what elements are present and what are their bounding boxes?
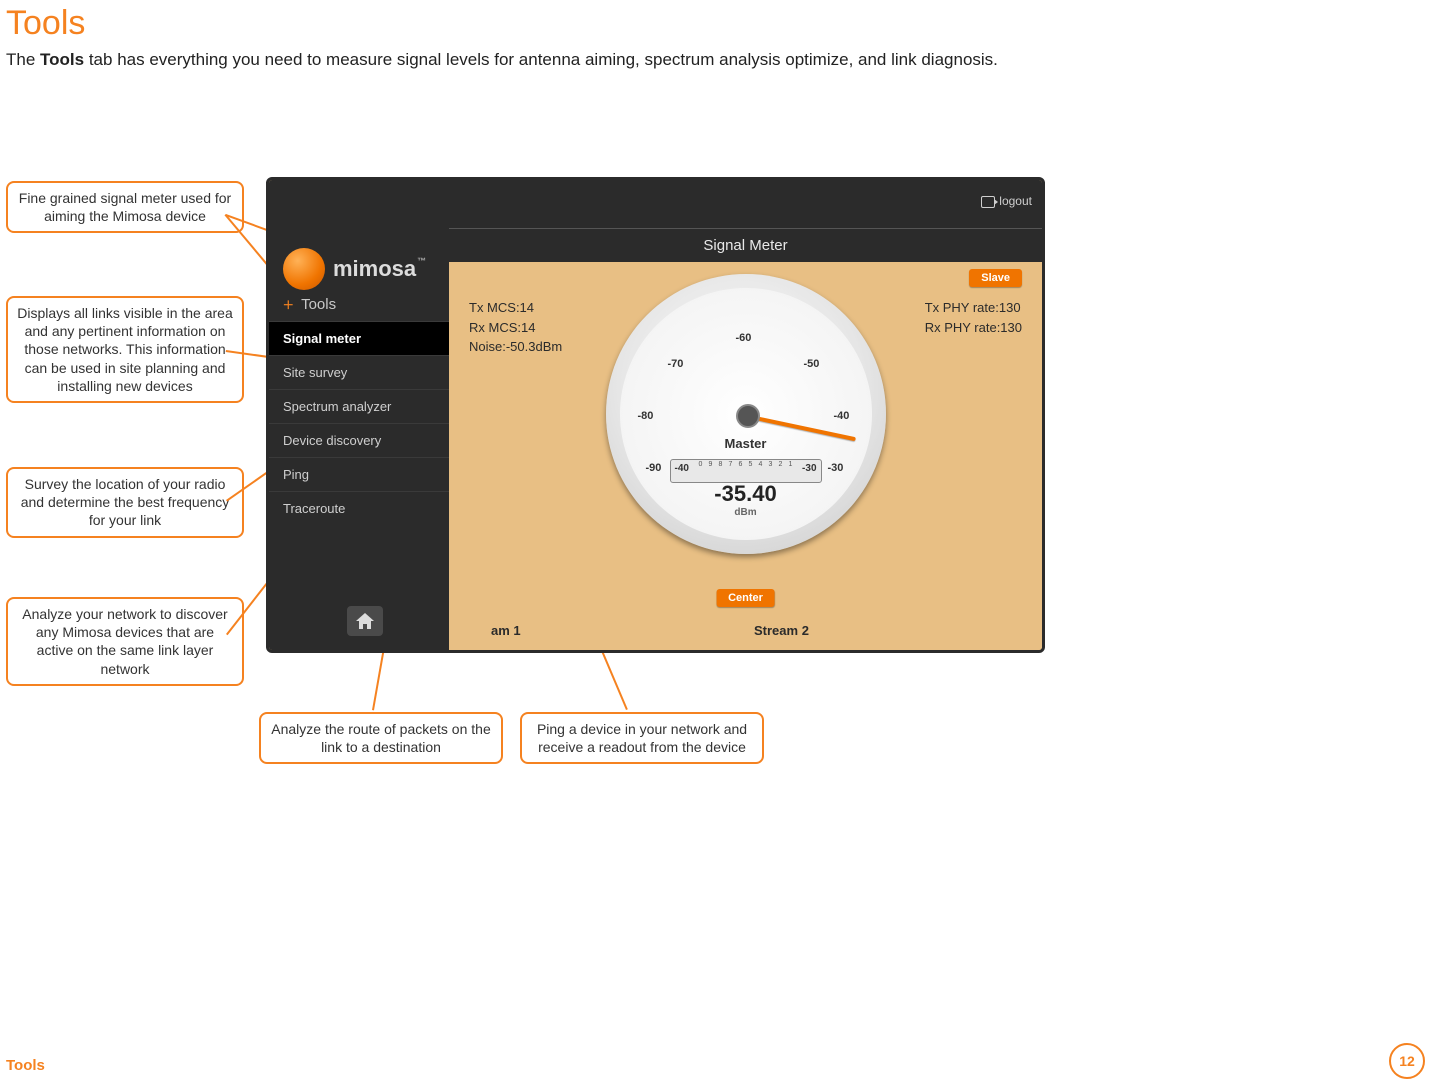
callout-signal-meter: Fine grained signal meter used for aimin…	[6, 181, 244, 233]
nav-traceroute[interactable]: Traceroute	[269, 491, 449, 525]
tx-phy: Tx PHY rate:130	[925, 298, 1022, 318]
intro-post: tab has everything you need to measure s…	[84, 50, 998, 69]
noise: Noise:-50.3dBm	[469, 337, 562, 357]
gauge-value: -35.40	[714, 481, 776, 507]
content-panel: Signal Meter Slave Tx MCS:14 Rx MCS:14 N…	[449, 228, 1042, 650]
gauge-tick: -40	[834, 410, 850, 422]
tx-mcs: Tx MCS:14	[469, 298, 562, 318]
nav-ping[interactable]: Ping	[269, 457, 449, 491]
gauge-unit: dBm	[714, 507, 776, 518]
brand: mimosa™	[283, 248, 416, 290]
callout-ping: Ping a device in your network and receiv…	[520, 712, 764, 764]
center-button[interactable]: Center	[716, 589, 775, 607]
stream-1-label: am 1	[491, 623, 521, 638]
callout-discovery: Analyze your network to discover any Mim…	[6, 597, 244, 686]
gauge-master-label: Master	[725, 436, 767, 451]
callout-site-survey: Displays all links visible in the area a…	[6, 296, 244, 403]
fine-left: -40	[675, 463, 689, 474]
logout-icon	[981, 196, 995, 208]
gauge-tick: -50	[804, 358, 820, 370]
app-topbar: logout	[269, 180, 1042, 228]
app-screenshot: logout mimosa™ Tools Signal meter Site s…	[266, 177, 1045, 653]
gauge-dial: -90 -80 -70 -60 -50 -40 -30 Master -40 0…	[606, 274, 886, 554]
stats-right: Tx PHY rate:130 Rx PHY rate:130	[925, 298, 1022, 337]
intro-bold: Tools	[40, 50, 84, 69]
gauge-tick: -60	[736, 332, 752, 344]
logout-text: logout	[999, 194, 1032, 208]
panel-title: Signal Meter	[449, 228, 1042, 262]
footer-section-label: Tools	[6, 1057, 45, 1074]
gauge-readout: -35.40 dBm	[714, 481, 776, 518]
gauge-hub	[736, 404, 760, 428]
logout-link[interactable]: logout	[981, 194, 1032, 208]
footer-page-number: 12	[1389, 1043, 1425, 1079]
brand-text: mimosa™	[333, 256, 416, 282]
nav-signal-meter[interactable]: Signal meter	[269, 321, 449, 355]
gauge-tick: -70	[668, 358, 684, 370]
home-button[interactable]	[347, 606, 383, 636]
nav-site-survey[interactable]: Site survey	[269, 355, 449, 389]
nav-device-discovery[interactable]: Device discovery	[269, 423, 449, 457]
signal-gauge: -90 -80 -70 -60 -50 -40 -30 Master -40 0…	[606, 274, 886, 554]
nav-spectrum-analyzer[interactable]: Spectrum analyzer	[269, 389, 449, 423]
gauge-tick: -30	[828, 462, 844, 474]
page-footer: Tools 12	[0, 1046, 1435, 1082]
callout-spectrum: Survey the location of your radio and de…	[6, 467, 244, 538]
brand-orb-icon	[283, 248, 325, 290]
rx-phy: Rx PHY rate:130	[925, 318, 1022, 338]
gauge-fine-scale: -40 0 9 8 7 6 5 4 3 2 1 -30	[670, 459, 822, 483]
stream-2-label: Stream 2	[754, 623, 809, 638]
home-icon	[356, 613, 374, 629]
fine-right: -30	[802, 463, 816, 474]
intro-pre: The	[6, 50, 40, 69]
page-heading: Tools	[6, 4, 85, 43]
rx-mcs: Rx MCS:14	[469, 318, 562, 338]
intro-text: The Tools tab has everything you need to…	[6, 50, 998, 70]
gauge-tick: -90	[646, 462, 662, 474]
sidebar: mimosa™ Tools Signal meter Site survey S…	[269, 228, 449, 650]
callout-traceroute: Analyze the route of packets on the link…	[259, 712, 503, 764]
gauge-tick: -80	[638, 410, 654, 422]
sidebar-nav: Signal meter Site survey Spectrum analyz…	[269, 321, 449, 525]
slave-button[interactable]: Slave	[969, 269, 1022, 287]
stats-left: Tx MCS:14 Rx MCS:14 Noise:-50.3dBm	[469, 298, 562, 357]
